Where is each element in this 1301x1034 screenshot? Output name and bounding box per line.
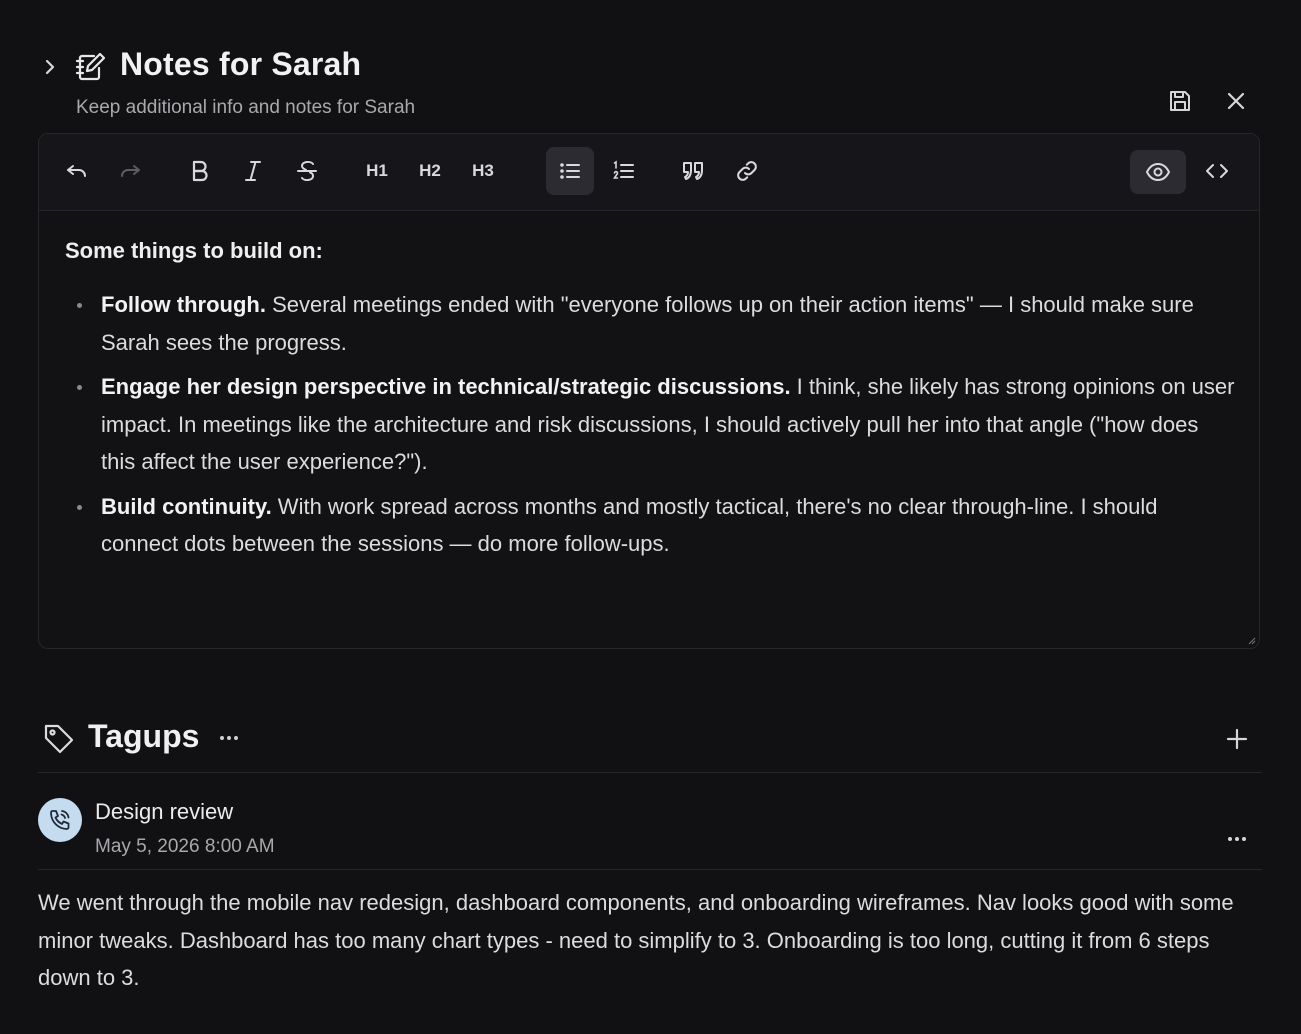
expand-chevron-icon[interactable] [40,56,60,78]
bullet-list-button[interactable] [546,147,594,195]
notes-editor[interactable]: H1 H2 H3 Some things to build on: Follow… [38,133,1260,649]
heading-1-button[interactable]: H1 [353,147,401,195]
strikethrough-icon [297,160,317,182]
list-item-bold: Follow through. [101,292,266,317]
list-item: Follow through. Several meetings ended w… [65,286,1235,361]
close-icon [1227,92,1245,110]
bold-icon [192,160,208,182]
bold-button[interactable] [176,147,224,195]
page-subtitle: Keep additional info and notes for Sarah [76,97,416,118]
add-tagup-button[interactable] [1222,724,1252,754]
code-icon [1206,164,1228,178]
heading-3-label: H3 [472,161,494,180]
preview-button[interactable] [1130,150,1186,194]
redo-button[interactable] [106,147,154,195]
save-button[interactable] [1164,85,1196,117]
plus-icon [1226,728,1248,750]
editor-content[interactable]: Some things to build on: Follow through.… [65,238,1235,570]
link-button[interactable] [723,147,771,195]
list-item-bold: Engage her design perspective in technic… [101,374,791,399]
call-avatar [38,798,82,842]
tagup-date: May 5, 2026 8:00 AM [95,836,275,857]
tagups-heading: Tagups [88,718,200,754]
undo-button[interactable] [53,147,101,195]
more-horizontal-icon [1228,837,1246,841]
blockquote-button[interactable] [669,147,717,195]
item-divider [38,869,1262,870]
link-icon [737,161,757,181]
tagup-title[interactable]: Design review [95,799,233,825]
heading-2-label: H2 [419,161,441,180]
bullet-list: Follow through. Several meetings ended w… [65,286,1235,563]
italic-icon [245,161,261,181]
list-item-bold: Build continuity. [101,493,272,519]
tagups-more-button[interactable] [216,728,242,748]
list-item: Engage her design perspective in technic… [65,368,1235,481]
heading-1-label: H1 [366,161,388,180]
numbered-list-icon [613,160,634,179]
save-icon [1170,91,1190,111]
strikethrough-button[interactable] [283,147,331,195]
bullet-list-icon [560,163,580,179]
resize-handle-icon[interactable] [1247,636,1256,645]
page-title: Notes for Sarah [120,46,362,82]
eye-icon [1145,162,1171,182]
source-code-button[interactable] [1193,147,1241,195]
phone-call-icon [50,810,70,830]
editor-toolbar: H1 H2 H3 [39,134,1259,211]
heading-2-button[interactable]: H2 [406,147,454,195]
more-horizontal-icon [220,736,238,740]
list-item: Build continuity. With work spread acros… [65,488,1235,563]
tagup-body: We went through the mobile nav redesign,… [38,890,1234,990]
undo-icon [67,165,86,177]
content-lead: Some things to build on: [65,238,323,263]
quote-icon [683,162,703,180]
heading-3-button[interactable]: H3 [459,147,507,195]
tagup-more-button[interactable] [1222,828,1252,850]
tag-icon [42,722,76,756]
redo-icon [121,165,140,177]
edit-note-icon [74,50,108,84]
section-divider [38,772,1262,773]
numbered-list-button[interactable] [600,147,648,195]
italic-button[interactable] [229,147,277,195]
close-button[interactable] [1220,85,1252,117]
